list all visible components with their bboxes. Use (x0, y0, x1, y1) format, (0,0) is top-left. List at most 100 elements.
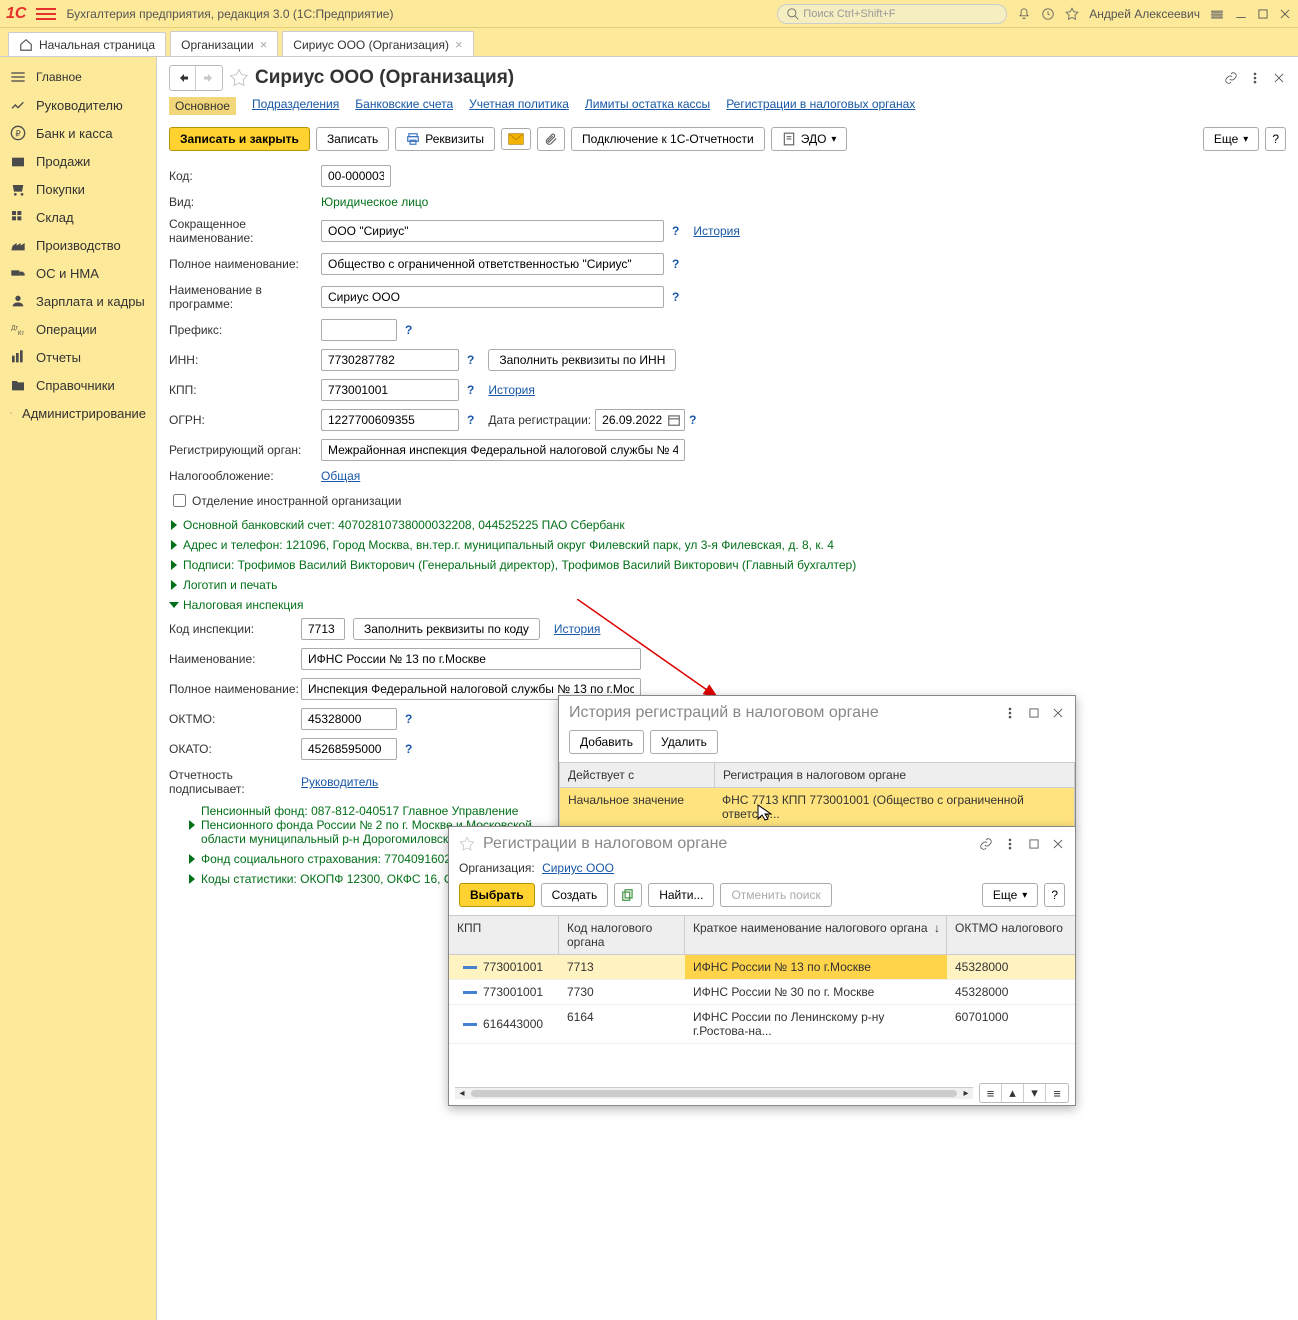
help-icon[interactable]: ? (405, 712, 412, 726)
fill-inn-button[interactable]: Заполнить реквизиты по ИНН (488, 349, 676, 371)
sect-tax-reg[interactable]: Регистрации в налоговых органах (726, 97, 915, 115)
sidebar-item-bank[interactable]: ₽Банк и касса (0, 119, 156, 147)
copy-button[interactable] (614, 883, 642, 907)
sidebar-item-purchases[interactable]: Покупки (0, 175, 156, 203)
sect-main[interactable]: Основное (169, 97, 236, 115)
create-button[interactable]: Создать (541, 883, 609, 907)
help-button[interactable]: ? (1265, 127, 1286, 151)
short-name-field[interactable] (321, 220, 664, 242)
sidebar-item-sales[interactable]: Продажи (0, 147, 156, 175)
mail-button[interactable] (501, 128, 531, 150)
logo-section[interactable]: Логотип и печать (183, 578, 277, 592)
select-button[interactable]: Выбрать (459, 883, 535, 907)
help-icon[interactable]: ? (467, 353, 474, 367)
fill-code-button[interactable]: Заполнить реквизиты по коду (353, 618, 540, 640)
sort-down-icon[interactable]: ▾ (1024, 1084, 1046, 1102)
tax-insp-section[interactable]: Налоговая инспекция (183, 598, 304, 612)
requisites-button[interactable]: Реквизиты (395, 127, 495, 151)
sidebar-item-reports[interactable]: Отчеты (0, 343, 156, 371)
link-icon[interactable] (979, 837, 993, 851)
oktmo-field[interactable] (301, 708, 397, 730)
calendar-icon[interactable] (667, 413, 681, 427)
connect-button[interactable]: Подключение к 1С-Отчетности (571, 127, 765, 151)
forward-button[interactable] (196, 66, 222, 90)
col-kpp[interactable]: КПП (449, 916, 559, 954)
help-icon[interactable]: ? (467, 383, 474, 397)
ogrn-field[interactable] (321, 409, 459, 431)
okato-field[interactable] (301, 738, 397, 760)
sidebar-item-admin[interactable]: Администрирование (0, 399, 156, 427)
find-button[interactable]: Найти... (648, 883, 714, 907)
org-link[interactable]: Сириус ООО (542, 861, 614, 875)
grid-row[interactable]: 773001001 7713 ИФНС России № 13 по г.Мос… (449, 955, 1075, 980)
sign-section[interactable]: Подписи: Трофимов Василий Викторович (Ге… (183, 558, 856, 572)
more-icon[interactable] (1003, 837, 1017, 851)
sect-divisions[interactable]: Подразделения (252, 97, 339, 115)
tax-link[interactable]: Общая (321, 469, 360, 483)
address-section[interactable]: Адрес и телефон: 121096, Город Москва, в… (183, 538, 834, 552)
col-name[interactable]: Краткое наименование налогового органа↓ (685, 916, 947, 954)
sidebar-item-assets[interactable]: ОС и НМА (0, 259, 156, 287)
tab-sirius[interactable]: Сириус ООО (Организация) × (282, 31, 473, 56)
more-button[interactable]: Еще ▾ (982, 883, 1038, 907)
sect-policy[interactable]: Учетная политика (469, 97, 569, 115)
sidebar-item-manager[interactable]: Руководителю (0, 91, 156, 119)
hamburger-icon[interactable] (36, 8, 56, 20)
close-window-icon[interactable] (1278, 7, 1292, 21)
user-name[interactable]: Андрей Алексеевич (1089, 7, 1200, 21)
h-scrollbar[interactable]: ◂▸ (455, 1087, 973, 1099)
tab-close-icon[interactable]: × (455, 37, 463, 52)
insp-name-field[interactable] (301, 648, 641, 670)
sort-desc-bar-icon[interactable]: ≡ (1046, 1084, 1068, 1102)
back-button[interactable] (170, 66, 196, 90)
foreign-checkbox[interactable] (173, 494, 186, 507)
grid-row[interactable]: 616443000 6164 ИФНС России по Ленинскому… (449, 1005, 1075, 1044)
sect-bank-accounts[interactable]: Банковские счета (355, 97, 453, 115)
maximize-icon[interactable] (1256, 7, 1270, 21)
sidebar-item-refs[interactable]: Справочники (0, 371, 156, 399)
sidebar-item-production[interactable]: Производство (0, 231, 156, 259)
add-button[interactable]: Добавить (569, 730, 644, 754)
help-icon[interactable]: ? (672, 257, 679, 271)
favorite-star-icon[interactable] (229, 68, 249, 88)
global-search[interactable]: Поиск Ctrl+Shift+F (777, 4, 1007, 24)
sidebar-item-warehouse[interactable]: Склад (0, 203, 156, 231)
close-icon[interactable] (1051, 706, 1065, 720)
history-row[interactable]: Начальное значение ФНС 7713 КПП 77300100… (560, 788, 1074, 826)
history-link[interactable]: История (693, 224, 740, 238)
more-icon[interactable] (1003, 706, 1017, 720)
help-icon[interactable]: ? (405, 742, 412, 756)
insp-code-field[interactable] (301, 618, 345, 640)
maximize-icon[interactable] (1027, 837, 1041, 851)
prefix-field[interactable] (321, 319, 397, 341)
help-icon[interactable]: ? (689, 413, 696, 427)
help-icon[interactable]: ? (672, 290, 679, 304)
help-button[interactable]: ? (1044, 883, 1065, 907)
bank-section[interactable]: Основной банковский счет: 40702810738000… (183, 518, 625, 532)
kpp-field[interactable] (321, 379, 459, 401)
sect-limits[interactable]: Лимиты остатка кассы (585, 97, 710, 115)
maximize-icon[interactable] (1027, 706, 1041, 720)
inn-field[interactable] (321, 349, 459, 371)
star-icon[interactable] (1065, 7, 1079, 21)
close-icon[interactable] (1051, 837, 1065, 851)
sidebar-collapse[interactable]: Главное (0, 63, 156, 91)
close-page-icon[interactable] (1272, 71, 1286, 85)
col-oktmo[interactable]: ОКТМО налогового (947, 916, 1075, 954)
minimize-icon[interactable] (1234, 7, 1248, 21)
link-icon[interactable] (1224, 71, 1238, 85)
tab-home[interactable]: Начальная страница (8, 32, 166, 56)
history-link[interactable]: История (488, 383, 535, 397)
cancel-find-button[interactable]: Отменить поиск (720, 883, 831, 907)
save-close-button[interactable]: Записать и закрыть (169, 127, 310, 151)
tab-close-icon[interactable]: × (260, 37, 268, 52)
edo-button[interactable]: ЭДО ▾ (771, 127, 848, 151)
save-button[interactable]: Записать (316, 127, 389, 151)
sort-up-icon[interactable]: ▴ (1002, 1084, 1024, 1102)
sidebar-item-operations[interactable]: ДтКтОперации (0, 315, 156, 343)
help-icon[interactable]: ? (405, 323, 412, 337)
bell-icon[interactable] (1017, 7, 1031, 21)
attach-button[interactable] (537, 127, 565, 151)
help-icon[interactable]: ? (672, 224, 679, 238)
sidebar-item-salary[interactable]: Зарплата и кадры (0, 287, 156, 315)
